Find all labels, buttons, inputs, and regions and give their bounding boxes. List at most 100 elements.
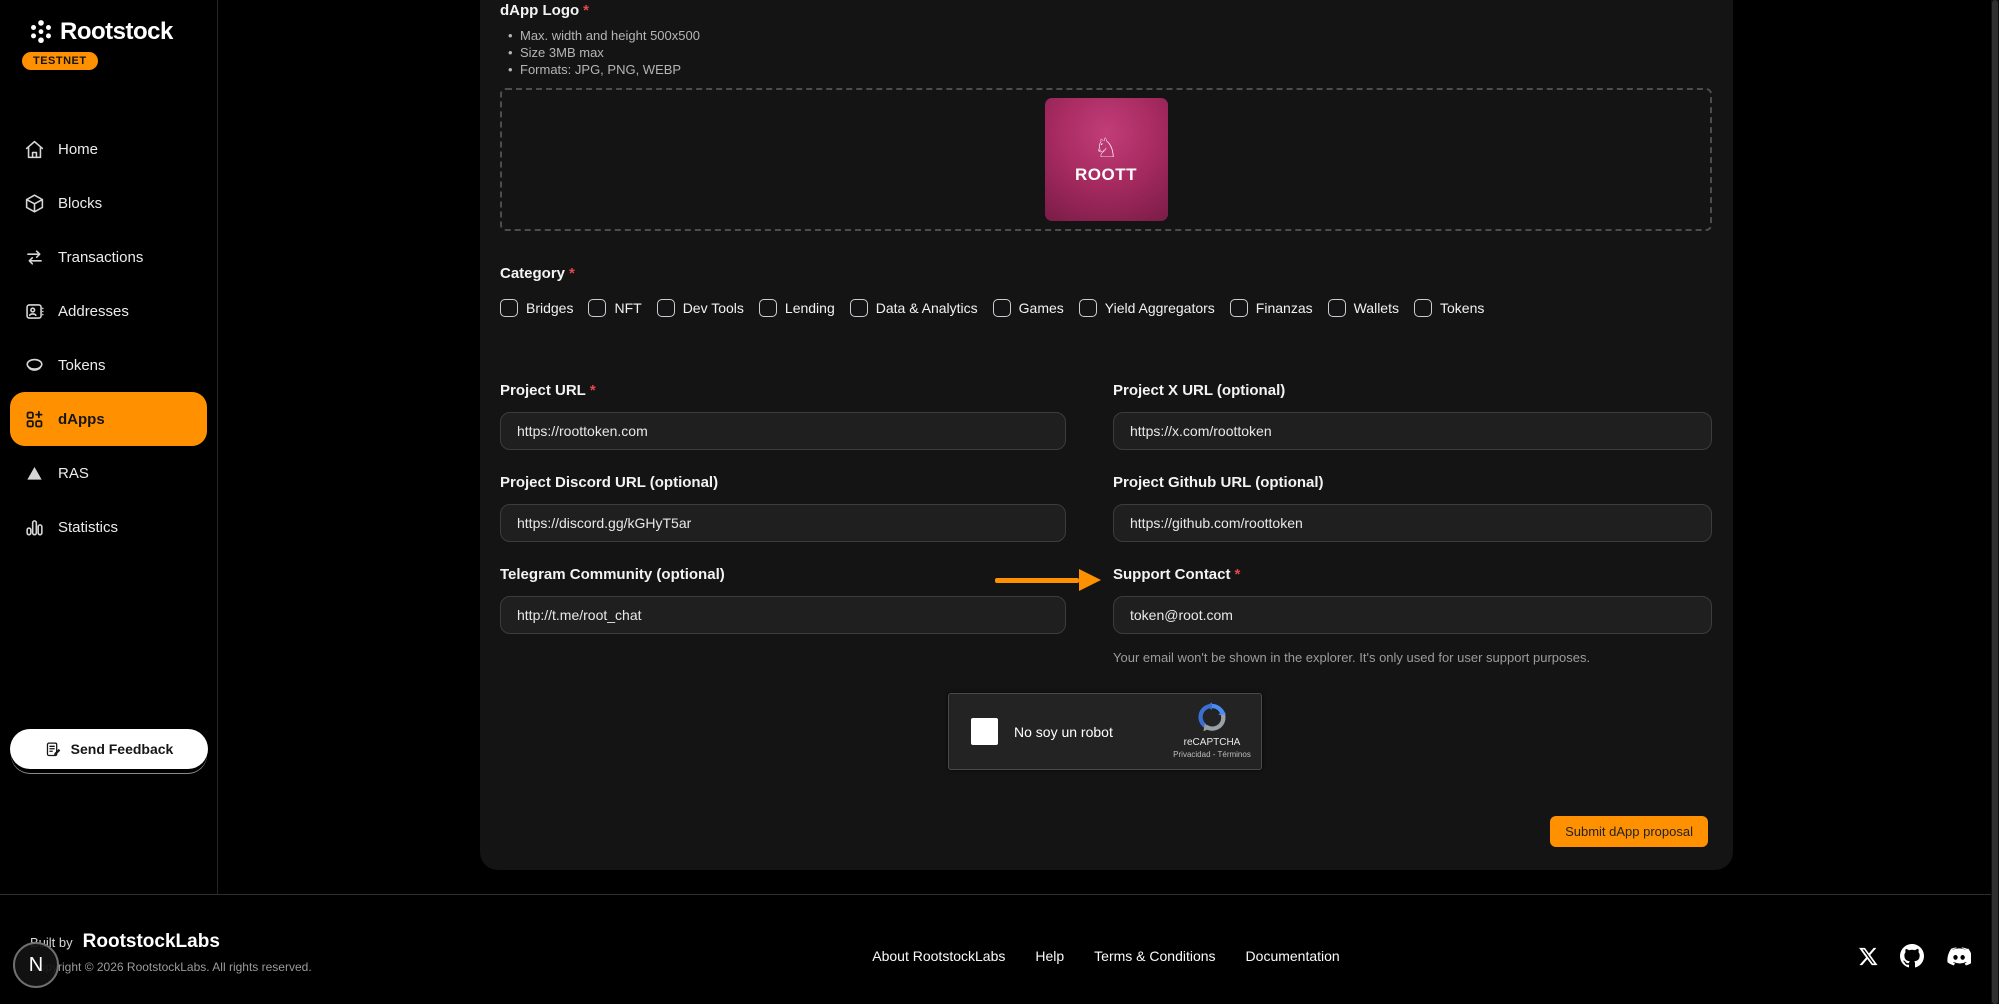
checkbox[interactable] (1414, 299, 1432, 317)
brand[interactable]: Rootstock (0, 0, 217, 46)
sidebar-item-label: Transactions (58, 249, 143, 266)
checkbox[interactable] (850, 299, 868, 317)
testnet-badge: TESTNET (22, 52, 98, 70)
dapps-grid-icon (24, 409, 45, 430)
project-github-url-input[interactable] (1113, 504, 1712, 542)
category-option-finanzas[interactable]: Finanzas (1230, 299, 1313, 317)
sidebar-item-label: Statistics (58, 519, 118, 536)
field-project-discord-url: Project Discord URL (optional) (500, 473, 1066, 542)
project-discord-url-input[interactable] (500, 504, 1066, 542)
home-icon (24, 139, 45, 160)
telegram-community-input[interactable] (500, 596, 1066, 634)
project-discord-url-label: Project Discord URL (optional) (500, 473, 1066, 492)
recaptcha-checkbox[interactable] (971, 718, 998, 745)
address-card-icon (24, 301, 45, 322)
checkbox[interactable] (993, 299, 1011, 317)
submit-dapp-proposal-button[interactable]: Submit dApp proposal (1550, 816, 1708, 847)
required-asterisk: * (1235, 566, 1241, 583)
sidebar-item-statistics[interactable]: Statistics (10, 500, 207, 554)
sidebar-item-blocks[interactable]: Blocks (10, 176, 207, 230)
footer-link-terms[interactable]: Terms & Conditions (1094, 948, 1215, 964)
annotation-arrow (995, 569, 1101, 591)
category-option-yield-aggregators[interactable]: Yield Aggregators (1079, 299, 1215, 317)
sidebar-item-tokens[interactable]: Tokens (10, 338, 207, 392)
checkbox[interactable] (1328, 299, 1346, 317)
send-feedback-label: Send Feedback (71, 741, 174, 757)
recaptcha-arrows-icon (1197, 702, 1227, 732)
triangle-icon (24, 463, 45, 484)
page: Rootstock TESTNET Home Blocks (0, 0, 1999, 1004)
github-icon[interactable] (1900, 944, 1924, 968)
recaptcha-label: No soy un robot (1014, 724, 1113, 740)
checkbox[interactable] (500, 299, 518, 317)
footer-link-documentation[interactable]: Documentation (1246, 948, 1340, 964)
checkbox[interactable] (588, 299, 606, 317)
logo-preview-name: ROOTT (1075, 165, 1137, 185)
checkbox[interactable] (1230, 299, 1248, 317)
rootstocklabs-wordmark[interactable]: RootstockLabs (83, 931, 220, 953)
category-option-dev-tools[interactable]: Dev Tools (657, 299, 744, 317)
scrollbar[interactable] (1991, 0, 1999, 1004)
logo-requirement: Max. width and height 500x500 (506, 27, 700, 44)
checkbox[interactable] (657, 299, 675, 317)
field-project-github-url: Project Github URL (optional) (1113, 473, 1712, 542)
copyright-text: Copyright © 2026 RootstockLabs. All righ… (30, 960, 312, 974)
logo-requirement: Size 3MB max (506, 44, 700, 61)
sidebar-item-label: RAS (58, 465, 89, 482)
project-url-input[interactable] (500, 412, 1066, 450)
footer-link-about[interactable]: About RootstockLabs (872, 948, 1005, 964)
checkbox[interactable] (759, 299, 777, 317)
sidebar-item-label: dApps (58, 411, 105, 428)
recaptcha-privacy-terms-links[interactable]: Privacidad - Términos (1173, 750, 1251, 759)
category-option-data-analytics[interactable]: Data & Analytics (850, 299, 978, 317)
sidebar-item-label: Addresses (58, 303, 129, 320)
recaptcha-widget: No soy un robot reCAPTCHA Privacidad - T… (948, 693, 1262, 770)
logo-requirement: Formats: JPG, PNG, WEBP (506, 61, 700, 78)
support-contact-input[interactable] (1113, 596, 1712, 634)
project-x-url-label: Project X URL (optional) (1113, 381, 1712, 400)
send-feedback-button[interactable]: Send Feedback (10, 729, 208, 769)
sidebar-item-addresses[interactable]: Addresses (10, 284, 207, 338)
category-option-lending[interactable]: Lending (759, 299, 835, 317)
field-project-url: Project URL* (500, 381, 1066, 450)
sidebar-item-home[interactable]: Home (10, 122, 207, 176)
knight-icon: ♘ (1094, 135, 1118, 163)
required-asterisk: * (569, 265, 575, 282)
sidebar-item-ras[interactable]: RAS (10, 446, 207, 500)
recaptcha-brand-text: reCAPTCHA (1173, 737, 1251, 748)
footer-link-help[interactable]: Help (1035, 948, 1064, 964)
scrollbar-thumb[interactable] (1992, 0, 1998, 1004)
footer-social-icons (1858, 943, 1971, 969)
checkbox[interactable] (1079, 299, 1097, 317)
logo-preview-tile[interactable]: ♘ ROOTT (1045, 98, 1168, 221)
category-option-bridges[interactable]: Bridges (500, 299, 573, 317)
project-github-url-label: Project Github URL (optional) (1113, 473, 1712, 492)
sidebar-item-transactions[interactable]: Transactions (10, 230, 207, 284)
discord-icon[interactable] (1945, 943, 1971, 969)
field-support-contact: Support Contact* Your email won't be sho… (1113, 565, 1712, 665)
category-option-wallets[interactable]: Wallets (1328, 299, 1399, 317)
category-option-nft[interactable]: NFT (588, 299, 641, 317)
recaptcha-logo: reCAPTCHA Privacidad - Términos (1173, 702, 1251, 759)
logo-requirements-list: Max. width and height 500x500 Size 3MB m… (506, 27, 700, 78)
category-option-tokens[interactable]: Tokens (1414, 299, 1484, 317)
support-contact-label: Support Contact* (1113, 565, 1712, 584)
x-twitter-icon[interactable] (1858, 946, 1879, 967)
project-url-label: Project URL* (500, 381, 1066, 400)
category-option-games[interactable]: Games (993, 299, 1064, 317)
project-x-url-input[interactable] (1113, 412, 1712, 450)
bar-chart-icon (24, 517, 45, 538)
sidebar-item-label: Tokens (58, 357, 106, 374)
sidebar: Rootstock TESTNET Home Blocks (0, 0, 218, 894)
footer-links: About RootstockLabs Help Terms & Conditi… (872, 948, 1339, 964)
cursor-badge: N (13, 942, 59, 988)
sidebar-item-label: Home (58, 141, 98, 158)
logo-upload-dropzone[interactable]: ♘ ROOTT (500, 88, 1712, 231)
feedback-pencil-icon (45, 741, 62, 758)
category-checkbox-row: Bridges NFT Dev Tools Lending Data & Ana… (500, 299, 1484, 317)
required-asterisk: * (583, 2, 589, 19)
arrow-shaft (995, 578, 1079, 583)
coin-icon (24, 355, 45, 376)
sidebar-item-dapps[interactable]: dApps (10, 392, 207, 446)
arrow-head (1079, 569, 1101, 591)
